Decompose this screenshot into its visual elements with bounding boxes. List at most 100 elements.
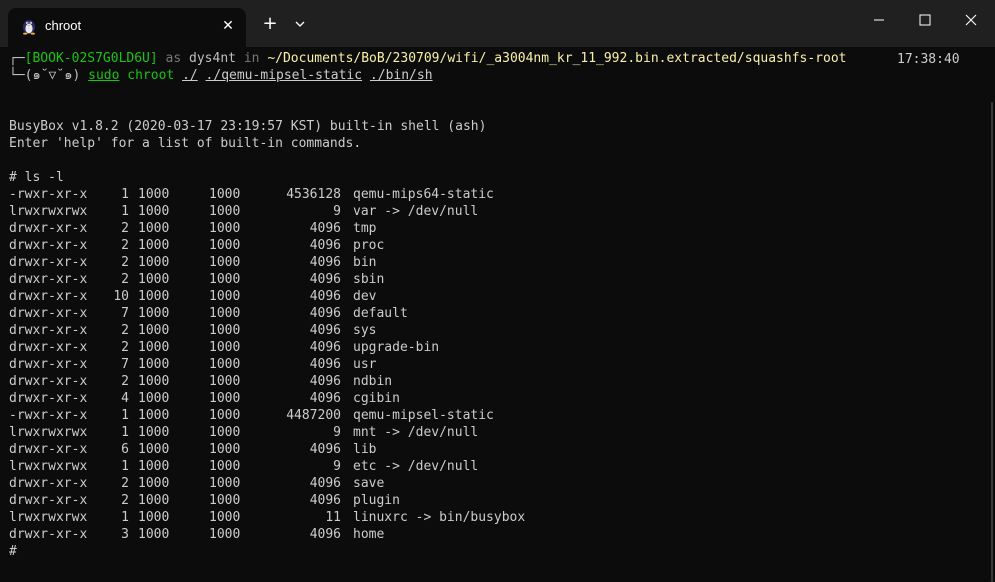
file-group: 1000 bbox=[209, 408, 241, 423]
file-permissions: lrwxrwxrwx bbox=[9, 510, 88, 525]
maximize-icon[interactable] bbox=[902, 0, 948, 40]
cmd-arg-qemu: ./qemu-mipsel-static bbox=[205, 68, 363, 83]
prompt-in: in bbox=[243, 51, 260, 66]
file-group: 1000 bbox=[209, 289, 241, 304]
file-size: 4096 bbox=[309, 442, 341, 457]
file-name: sys bbox=[353, 323, 377, 338]
terminal-pane[interactable]: ┌─[BOOK-02S7G0LD6U] as dys4nt in ~/Docum… bbox=[0, 47, 995, 582]
link-count: 10 bbox=[113, 289, 129, 304]
file-size: 4096 bbox=[309, 221, 341, 236]
file-permissions: drwxr-xr-x bbox=[9, 442, 88, 457]
prompt-path: ~/Documents/BoB/230709/wifi/_a3004nm_kr_… bbox=[267, 51, 847, 66]
ls-command: # ls -l bbox=[9, 170, 64, 185]
link-count: 7 bbox=[121, 306, 129, 321]
file-name: proc bbox=[353, 238, 385, 253]
file-group: 1000 bbox=[209, 323, 241, 338]
tab-title: chroot bbox=[45, 18, 82, 33]
link-count: 6 bbox=[121, 442, 129, 457]
close-tab-icon[interactable]: ✕ bbox=[219, 17, 237, 35]
shell-prompt[interactable]: # bbox=[9, 543, 17, 560]
file-permissions: drwxr-xr-x bbox=[9, 255, 88, 270]
file-size: 11 bbox=[325, 510, 341, 525]
file-permissions: drwxr-xr-x bbox=[9, 340, 88, 355]
file-size: 4096 bbox=[309, 476, 341, 491]
file-owner: 1000 bbox=[138, 425, 170, 440]
file-group: 1000 bbox=[209, 391, 241, 406]
file-group: 1000 bbox=[209, 272, 241, 287]
file-name: tmp bbox=[353, 221, 377, 236]
file-size: 4096 bbox=[309, 493, 341, 508]
link-count: 1 bbox=[121, 459, 129, 474]
file-owner: 1000 bbox=[138, 374, 170, 389]
file-size: 4487200 bbox=[286, 408, 341, 423]
cmd-sudo: sudo bbox=[88, 68, 120, 83]
minimize-icon[interactable] bbox=[856, 0, 902, 40]
file-owner: 1000 bbox=[138, 510, 170, 525]
file-name: ndbin bbox=[353, 374, 393, 389]
tux-icon bbox=[23, 20, 35, 35]
file-permissions: -rwxr-xr-x bbox=[9, 408, 88, 423]
file-owner: 1000 bbox=[138, 238, 170, 253]
file-permissions: drwxr-xr-x bbox=[9, 221, 88, 236]
file-group: 1000 bbox=[209, 204, 241, 219]
file-size: 9 bbox=[333, 425, 341, 440]
cmd-chroot: chroot bbox=[127, 68, 175, 83]
file-size: 4096 bbox=[309, 391, 341, 406]
chevron-down-icon[interactable] bbox=[290, 14, 310, 34]
file-permissions: drwxr-xr-x bbox=[9, 272, 88, 287]
file-owner: 1000 bbox=[138, 204, 170, 219]
file-group: 1000 bbox=[209, 510, 241, 525]
file-permissions: lrwxrwxrwx bbox=[9, 459, 88, 474]
file-owner: 1000 bbox=[138, 476, 170, 491]
file-name: lib bbox=[353, 442, 377, 457]
file-permissions: drwxr-xr-x bbox=[9, 238, 88, 253]
file-owner: 1000 bbox=[138, 493, 170, 508]
prompt-face: (๑˘▽˘๑) bbox=[24, 68, 81, 83]
link-count: 2 bbox=[121, 272, 129, 287]
file-owner: 1000 bbox=[138, 527, 170, 542]
file-owner: 1000 bbox=[138, 340, 170, 355]
link-count: 1 bbox=[121, 187, 129, 202]
link-count: 2 bbox=[121, 238, 129, 253]
file-group: 1000 bbox=[209, 493, 241, 508]
cmd-arg-root: ./ bbox=[182, 68, 198, 83]
file-group: 1000 bbox=[209, 306, 241, 321]
close-icon[interactable] bbox=[948, 0, 994, 40]
file-size: 4096 bbox=[309, 272, 341, 287]
title-bar: chroot ✕ + bbox=[0, 0, 995, 47]
link-count: 7 bbox=[121, 357, 129, 372]
file-size: 4536128 bbox=[286, 187, 341, 202]
file-group: 1000 bbox=[209, 340, 241, 355]
scrollbar[interactable] bbox=[991, 102, 993, 582]
file-owner: 1000 bbox=[138, 391, 170, 406]
new-tab-icon[interactable]: + bbox=[260, 14, 280, 34]
file-group: 1000 bbox=[209, 238, 241, 253]
file-owner: 1000 bbox=[138, 255, 170, 270]
file-permissions: lrwxrwxrwx bbox=[9, 204, 88, 219]
file-size: 4096 bbox=[309, 340, 341, 355]
link-count: 1 bbox=[121, 204, 129, 219]
file-permissions: drwxr-xr-x bbox=[9, 476, 88, 491]
prompt-as: as bbox=[165, 51, 182, 66]
link-count: 1 bbox=[121, 510, 129, 525]
file-permissions: drwxr-xr-x bbox=[9, 357, 88, 372]
file-size: 4096 bbox=[309, 238, 341, 253]
file-permissions: lrwxrwxrwx bbox=[9, 425, 88, 440]
cmd-arg-shell: ./bin/sh bbox=[369, 68, 433, 83]
link-count: 1 bbox=[121, 425, 129, 440]
file-name: upgrade-bin bbox=[353, 340, 440, 355]
prompt-clock: 17:38:40 bbox=[897, 52, 960, 67]
file-owner: 1000 bbox=[138, 221, 170, 236]
file-name: qemu-mips64-static bbox=[353, 187, 494, 202]
file-owner: 1000 bbox=[138, 357, 170, 372]
file-name: bin bbox=[353, 255, 377, 270]
prompt-host: [BOOK-02S7G0LD6U] bbox=[24, 51, 158, 66]
link-count: 2 bbox=[121, 340, 129, 355]
file-owner: 1000 bbox=[138, 323, 170, 338]
file-permissions: drwxr-xr-x bbox=[9, 374, 88, 389]
file-group: 1000 bbox=[209, 187, 241, 202]
file-name: etc -> /dev/null bbox=[353, 459, 479, 474]
file-group: 1000 bbox=[209, 374, 241, 389]
link-count: 2 bbox=[121, 255, 129, 270]
tab-chroot[interactable]: chroot ✕ bbox=[8, 8, 246, 47]
